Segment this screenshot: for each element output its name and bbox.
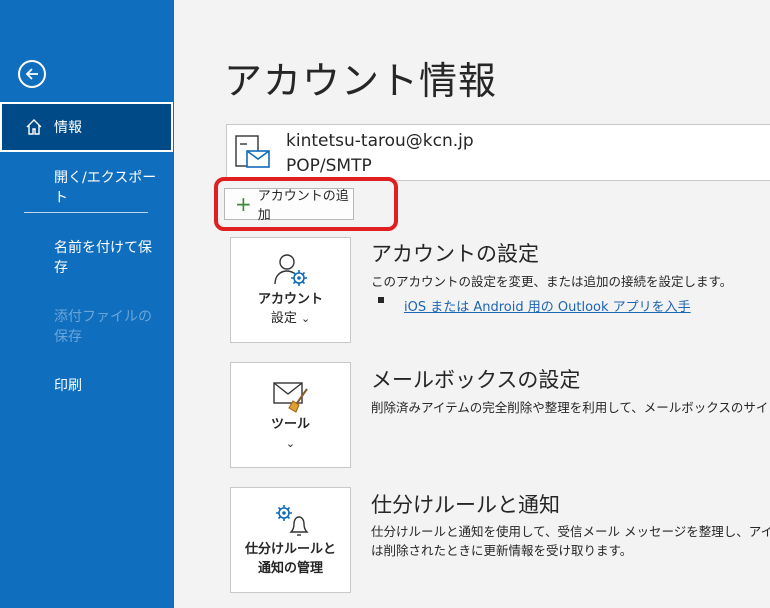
sidebar-item-info[interactable]: 情報	[0, 102, 173, 152]
account-type: POP/SMTP	[286, 156, 372, 176]
backstage-sidebar: 情報 開く/エクスポート 名前を付けて保存 添付ファイルの保存 印刷	[0, 0, 174, 608]
section-description-2: は削除されたときに更新情報を受け取ります。	[371, 543, 633, 558]
add-account-button[interactable]: + アカウントの追加	[224, 188, 354, 223]
tile-label-2: 通知の管理	[257, 561, 323, 576]
tile-label: ツール	[270, 417, 310, 432]
sidebar-item-save-attachments: 添付ファイルの保存	[54, 309, 152, 345]
add-account-label: アカウントの追加	[257, 189, 349, 223]
sidebar-item-label: 情報	[54, 120, 82, 136]
tile-label: アカウント	[257, 292, 323, 307]
plus-icon: +	[235, 192, 252, 216]
section-description: 仕分けルールと通知を使用して、受信メール メッセージを整理し、アイ	[371, 524, 770, 539]
back-arrow-icon[interactable]	[18, 60, 46, 88]
chevron-down-icon: ⌄	[285, 437, 296, 450]
mailbox-broom-icon	[271, 375, 311, 415]
gear-bell-icon	[271, 500, 311, 540]
tile-label-2: 設定 ⌄	[270, 311, 311, 326]
section-title: アカウントの設定	[371, 242, 539, 266]
account-selector[interactable]: kintetsu-tarou@kcn.jp POP/SMTP	[226, 124, 770, 181]
section-description: このアカウントの設定を変更、または追加の接続を設定します。	[371, 274, 733, 289]
sidebar-item-print[interactable]: 印刷	[54, 376, 164, 396]
home-icon	[24, 116, 46, 138]
section-title: メールボックスの設定	[371, 368, 581, 392]
mail-account-icon	[233, 133, 273, 173]
sidebar-divider	[24, 212, 148, 213]
chevron-down-icon: ⌄	[300, 312, 311, 325]
sidebar-item-open-export[interactable]: 開く/エクスポート	[54, 168, 164, 208]
manage-rules-button[interactable]: 仕分けルールと 通知の管理	[230, 487, 351, 593]
tools-button[interactable]: ツール ⌄	[230, 362, 351, 468]
sidebar-item-save-as[interactable]: 名前を付けて保存	[54, 238, 164, 278]
page-title: アカウント情報	[224, 59, 498, 103]
tile-label: 仕分けルールと	[244, 542, 336, 557]
section-description: 削除済みアイテムの完全削除や整理を利用して、メールボックスのサイ	[371, 400, 769, 415]
section-title: 仕分けルールと通知	[371, 493, 560, 517]
person-gear-icon	[271, 250, 311, 290]
main-content: アカウント情報 kintetsu-tarou@kcn.jp POP/SMTP +…	[174, 0, 770, 608]
bullet-icon	[378, 297, 384, 303]
account-email: kintetsu-tarou@kcn.jp	[286, 131, 474, 151]
get-outlook-app-link[interactable]: iOS または Android 用の Outlook アプリを入手	[404, 296, 691, 315]
account-settings-button[interactable]: アカウント 設定 ⌄	[230, 237, 351, 343]
